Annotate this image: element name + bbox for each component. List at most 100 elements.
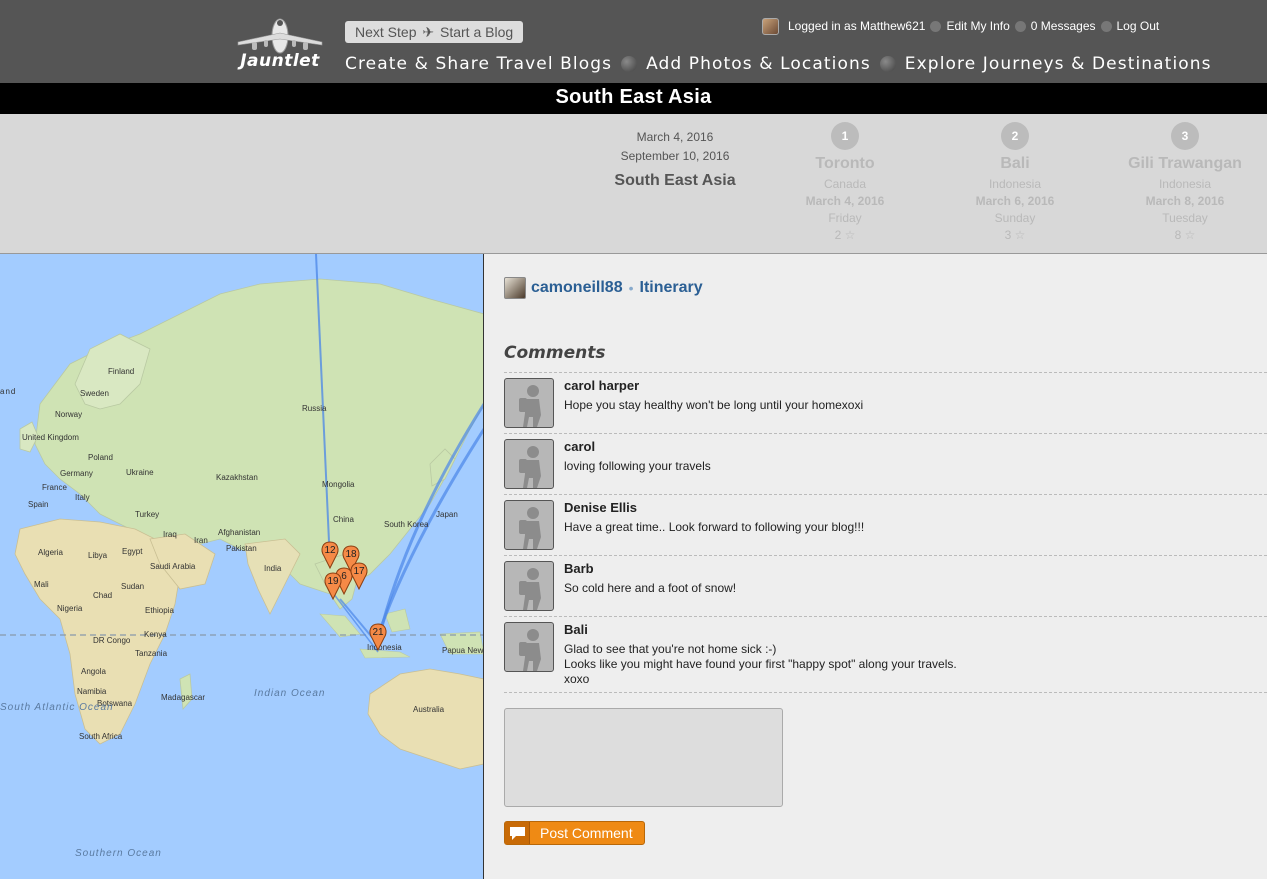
stop-entry-count: 8 ☆ [1110,228,1260,242]
map-label: Australia [413,705,445,714]
comment-text: So cold here and a foot of snow! [564,581,737,595]
nav-explore[interactable]: Explore Journeys & Destinations [905,54,1212,74]
map-label: Saudi Arabia [150,562,196,571]
comment-item: Denise Ellis Have a great time.. Look fo… [504,494,1267,555]
itinerary-link[interactable]: Itinerary [640,279,703,297]
star-icon: ☆ [1184,228,1196,242]
logo-text: Jauntlet [240,51,320,71]
map-label: and [0,387,16,396]
stop-weekday: Friday [828,211,862,225]
post-comment-button[interactable]: Post Comment [504,821,645,845]
map-label: Algeria [38,548,63,557]
commenter-name: carol harper [564,378,640,393]
plane-icon: ✈ [422,24,435,40]
marker-label: 6 [341,571,347,582]
map-label: Iran [194,536,208,545]
map-label: Ethiopia [145,606,174,615]
comment-textarea[interactable] [504,708,783,807]
top-header: Jauntlet Next Step ✈ Start a Blog Logged… [0,0,1267,83]
commenter-name: Barb [564,561,594,576]
comment-text: Have a great time.. Look forward to foll… [564,520,865,534]
stop-gili-trawangan[interactable]: 3 Gili Trawangan Indonesia March 8, 2016… [1110,122,1260,242]
next-step-button[interactable]: Next Step ✈ Start a Blog [345,21,524,43]
user-avatar[interactable] [762,17,779,35]
map-label: Spain [28,500,48,509]
map-label: Germany [60,469,93,478]
map-label: Sudan [121,582,144,591]
nav-create-share[interactable]: Create & Share Travel Blogs [345,54,612,74]
commenter-name: Bali [564,622,588,637]
ocean-label: Indian Ocean [254,688,326,699]
comment-item: Barb So cold here and a foot of snow! [504,555,1267,616]
messages-icon [1014,20,1026,32]
stop-city: Bali [1000,155,1030,172]
map-label: Kazakhstan [216,473,258,482]
map-label: Kenya [144,630,167,639]
stop-entry-count: 2 ☆ [770,228,920,242]
stop-number: 2 [1001,122,1029,150]
world-map[interactable]: Finland Sweden Norway Russia United King… [0,254,484,879]
map-label: Italy [75,493,90,502]
commenter-avatar[interactable] [504,622,554,672]
stop-city: Toronto [815,155,875,172]
map-label: Afghanistan [218,528,260,537]
author-line: camoneill88 • Itinerary [504,277,703,299]
stop-number: 3 [1171,122,1199,150]
map-label: Norway [55,410,82,419]
marker-label: 18 [345,549,357,560]
comment-item: carol loving following your travels [504,433,1267,494]
user-bar: Logged in as Matthew621 Edit My Info 0 M… [762,16,1159,36]
main-nav: Create & Share Travel Blogs Add Photos &… [345,54,1212,74]
map-label: United Kingdom [22,433,79,442]
ocean-label: South Atlantic Ocean [0,702,114,713]
post-comment-label: Post Comment [540,825,633,841]
commenter-avatar[interactable] [504,500,554,550]
author-username-link[interactable]: camoneill88 [531,279,623,297]
comment-text: Hope you stay healthy won't be long unti… [564,398,864,412]
commenter-avatar[interactable] [504,561,554,611]
star-icon: ☆ [1014,228,1026,242]
entry-count: 8 [1174,228,1182,242]
silhouette-icon [519,385,541,427]
author-avatar[interactable] [504,277,526,299]
globe-icon [879,56,896,72]
nav-add-photos[interactable]: Add Photos & Locations [646,54,871,74]
map-label: Egypt [122,547,143,556]
stop-bali[interactable]: 2 Bali Indonesia March 6, 2016 Sunday 3 … [940,122,1090,242]
map-label: South Africa [79,732,123,741]
map-label: Chad [93,591,112,600]
logout-link[interactable]: Log Out [1117,19,1160,33]
map-label: Papua New Guinea [442,646,484,655]
silhouette-icon [519,507,541,549]
map-label: Russia [302,404,327,413]
stop-number: 1 [831,122,859,150]
trip-summary[interactable]: March 4, 2016 September 10, 2016 South E… [600,128,750,190]
marker-label: 12 [324,545,336,556]
comment-item: Bali Glad to see that you're not home si… [504,616,1267,693]
jauntlet-logo[interactable]: Jauntlet [232,14,328,72]
marker-label: 17 [353,566,365,577]
stop-country: Indonesia [1158,177,1212,191]
comment-item: carol harper Hope you stay healthy won't… [504,372,1267,433]
map-label: France [42,483,67,492]
edit-my-info-link[interactable]: Edit My Info [946,19,1009,33]
map-label: Ukraine [126,468,154,477]
stop-toronto[interactable]: 1 Toronto Canada March 4, 2016 Friday 2 … [770,122,920,242]
messages-link[interactable]: 0 Messages [1031,19,1096,33]
globe-icon [621,56,638,72]
airplane-icon [237,18,323,54]
commenter-avatar[interactable] [504,439,554,489]
silhouette-icon [519,568,541,610]
marker-label: 21 [372,627,384,638]
commenter-name: carol [564,439,596,454]
stop-country: Indonesia [988,177,1042,191]
map-label: Finland [108,367,134,376]
stop-entry-count: 3 ☆ [940,228,1090,242]
map-label: Japan [436,510,458,519]
comment-text: Glad to see that you're not home sick :-… [564,642,957,686]
commenter-avatar[interactable] [504,378,554,428]
stop-weekday: Sunday [994,211,1036,225]
map-label: Tanzania [135,649,168,658]
trip-map[interactable]: Finland Sweden Norway Russia United King… [0,254,484,879]
trip-start-date: March 4, 2016 [636,130,714,144]
